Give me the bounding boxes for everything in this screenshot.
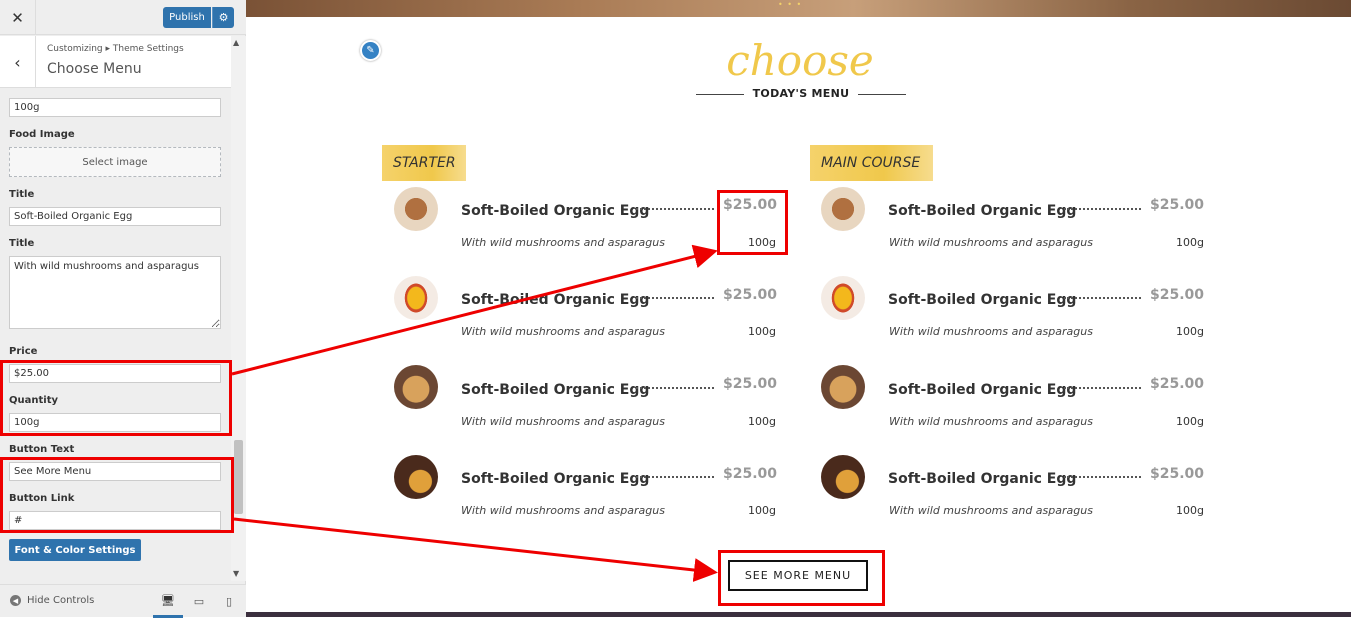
title-field[interactable]: [9, 207, 221, 226]
item-image: [394, 276, 438, 320]
item-description: With wild mushrooms and asparagus: [461, 236, 665, 249]
collapse-icon: ◀: [10, 595, 21, 606]
highlight-preview-button: [718, 550, 885, 606]
subtitle-text: TODAY'S MENU: [752, 87, 850, 100]
item-description: With wild mushrooms and asparagus: [889, 504, 1093, 517]
gear-icon[interactable]: ⚙: [212, 7, 234, 28]
item-dots: [636, 476, 714, 478]
item-quantity: 100g: [748, 504, 776, 517]
description-field[interactable]: With wild mushrooms and asparagus: [9, 256, 221, 329]
scroll-up-icon[interactable]: ▲: [233, 38, 239, 47]
footer-image-strip: [246, 612, 1351, 617]
item-name: Soft-Boiled Organic Egg: [461, 471, 650, 487]
section-header: ‹ Customizing ▸ Theme Settings Choose Me…: [0, 36, 231, 88]
item-price: $25.00: [1150, 466, 1205, 482]
customizer-footer: ◀ Hide Controls 🖥 ▭ ▯: [0, 584, 246, 618]
site-preview: • • • ✎ choose TODAY'S MENU STARTER MAIN…: [246, 0, 1351, 617]
item-price: $25.00: [1150, 287, 1205, 303]
item-description: With wild mushrooms and asparagus: [461, 325, 665, 338]
item-dots: [636, 387, 714, 389]
item-description: With wild mushrooms and asparagus: [889, 236, 1093, 249]
item-image: [821, 365, 865, 409]
item-price: $25.00: [723, 466, 778, 482]
item-name: Soft-Boiled Organic Egg: [461, 203, 650, 219]
item-description: With wild mushrooms and asparagus: [461, 504, 665, 517]
item-name: Soft-Boiled Organic Egg: [461, 292, 650, 308]
item-dots: [1064, 387, 1141, 389]
item-name: Soft-Boiled Organic Egg: [888, 471, 1077, 487]
section-title: Choose Menu: [47, 61, 142, 77]
item-dots: [1064, 297, 1141, 299]
category-main-course: MAIN COURSE: [810, 145, 933, 181]
item-quantity: 100g: [1176, 504, 1204, 517]
item-dots: [636, 208, 714, 210]
title-label: Title: [9, 189, 35, 200]
customizer-topbar: ✕ Publish ⚙: [0, 0, 246, 35]
item-price: $25.00: [1150, 197, 1205, 213]
item-quantity: 100g: [748, 415, 776, 428]
tablet-preview-icon[interactable]: ▭: [184, 585, 214, 618]
highlight-preview-price: [717, 190, 788, 255]
item-name: Soft-Boiled Organic Egg: [888, 382, 1077, 398]
item-price: $25.00: [723, 287, 778, 303]
item-image: [394, 365, 438, 409]
item-dots: [1064, 208, 1141, 210]
item-image: [821, 276, 865, 320]
item-description: With wild mushrooms and asparagus: [889, 415, 1093, 428]
item-name: Soft-Boiled Organic Egg: [888, 292, 1077, 308]
item-image: [394, 187, 438, 231]
breadcrumb: Customizing ▸ Theme Settings: [47, 44, 184, 54]
mobile-preview-icon[interactable]: ▯: [214, 585, 244, 618]
section-heading-color-label: [9, 577, 155, 583]
item-description: With wild mushrooms and asparagus: [889, 325, 1093, 338]
category-starter: STARTER: [382, 145, 466, 181]
hide-controls-button[interactable]: ◀ Hide Controls: [10, 595, 94, 606]
price-label: Price: [9, 346, 38, 357]
quantity-field-top[interactable]: [9, 98, 221, 117]
scroll-thumb[interactable]: [234, 440, 243, 514]
item-dots: [1064, 476, 1141, 478]
item-dots: [636, 297, 714, 299]
item-quantity: 100g: [1176, 415, 1204, 428]
food-image-label: Food Image: [9, 129, 75, 140]
item-image: [394, 455, 438, 499]
description-label: Title: [9, 238, 35, 249]
font-color-settings-button[interactable]: Font & Color Settings: [9, 539, 141, 561]
desktop-preview-icon[interactable]: 🖥: [153, 585, 183, 618]
highlight-button-fields: [0, 457, 234, 533]
item-name: Soft-Boiled Organic Egg: [461, 382, 650, 398]
subtitle-line-left: [696, 94, 744, 95]
item-price: $25.00: [723, 376, 778, 392]
item-name: Soft-Boiled Organic Egg: [888, 203, 1077, 219]
item-quantity: 100g: [1176, 236, 1204, 249]
menu-subtitle: TODAY'S MENU: [686, 86, 916, 102]
item-price: $25.00: [1150, 376, 1205, 392]
subtitle-line-right: [858, 94, 906, 95]
back-arrow-icon[interactable]: ‹: [0, 36, 36, 88]
hide-controls-label: Hide Controls: [27, 595, 95, 606]
item-quantity: 100g: [748, 325, 776, 338]
item-description: With wild mushrooms and asparagus: [461, 415, 665, 428]
close-icon[interactable]: ✕: [0, 0, 36, 35]
decor-dots: • • •: [778, 0, 803, 9]
select-image-button[interactable]: Select image: [9, 147, 221, 177]
button-text-label: Button Text: [9, 444, 75, 455]
publish-button[interactable]: Publish: [163, 7, 211, 28]
highlight-price-quantity: [0, 360, 232, 436]
item-image: [821, 187, 865, 231]
item-quantity: 100g: [1176, 325, 1204, 338]
scroll-down-icon[interactable]: ▼: [233, 569, 239, 578]
menu-script-title: choose: [726, 36, 874, 85]
edit-shortcut-icon[interactable]: ✎: [360, 40, 381, 61]
item-image: [821, 455, 865, 499]
